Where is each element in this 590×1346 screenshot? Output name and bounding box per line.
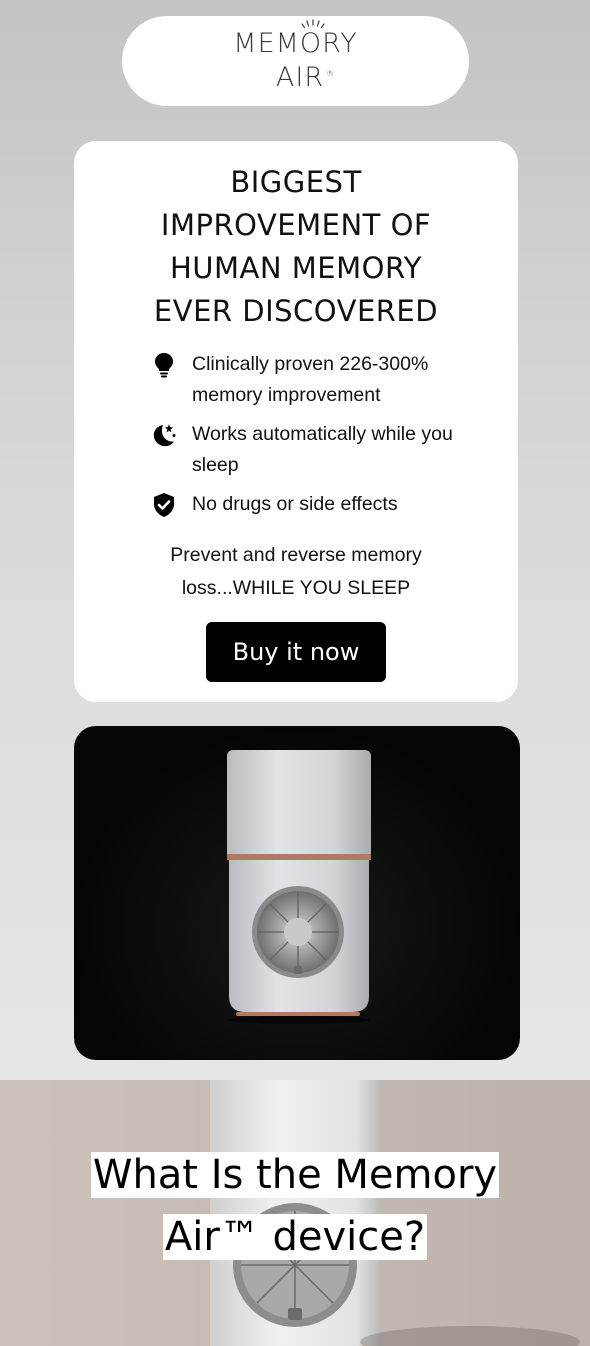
hero-tagline: Prevent and reverse memory loss...WHILE … (74, 539, 518, 605)
moon-stars-icon (153, 424, 177, 447)
air-purifier-illustration (226, 750, 371, 1024)
what-is-section: What Is the Memory Air™ device? (0, 1080, 590, 1346)
logo-rays-icon (301, 19, 325, 29)
logo-wordmark-line1: MEMORY (233, 19, 357, 59)
logo-banner[interactable]: MEMORY AIR ® (122, 16, 469, 106)
headline-line: IMPROVEMENT OF (160, 208, 432, 242)
shield-check-icon (154, 493, 174, 517)
feature-item: No drugs or side effects (150, 489, 490, 520)
tagline-line: loss...WHILE YOU SLEEP (181, 577, 411, 599)
hero-card: BIGGEST IMPROVEMENT OF HUMAN MEMORY EVER… (74, 141, 518, 702)
feature-text: No drugs or side effects (192, 493, 398, 515)
product-image (74, 726, 520, 1060)
buy-now-button[interactable]: Buy it now (206, 622, 386, 682)
lightbulb-icon (155, 353, 173, 378)
heading-line: What Is the Memory (90, 1152, 500, 1198)
heading-line: Air™ device? (162, 1214, 428, 1260)
feature-list: Clinically proven 226-300% memory improv… (150, 349, 490, 528)
feature-item: Clinically proven 226-300% memory improv… (150, 349, 490, 411)
headline-line: HUMAN MEMORY (169, 251, 422, 285)
hero-headline: BIGGEST IMPROVEMENT OF HUMAN MEMORY EVER… (74, 161, 518, 333)
headline-line: EVER DISCOVERED (153, 294, 439, 328)
logo-wordmark-line2: AIR ® (275, 62, 336, 93)
section-heading: What Is the Memory Air™ device? (0, 1144, 590, 1268)
tagline-line: Prevent and reverse memory (170, 544, 422, 566)
headline-line: BIGGEST (230, 165, 362, 199)
feature-item: Works automatically while you sleep (150, 419, 490, 481)
feature-text: Works automatically while you sleep (192, 423, 453, 476)
feature-text: Clinically proven 226-300% memory improv… (192, 353, 429, 406)
